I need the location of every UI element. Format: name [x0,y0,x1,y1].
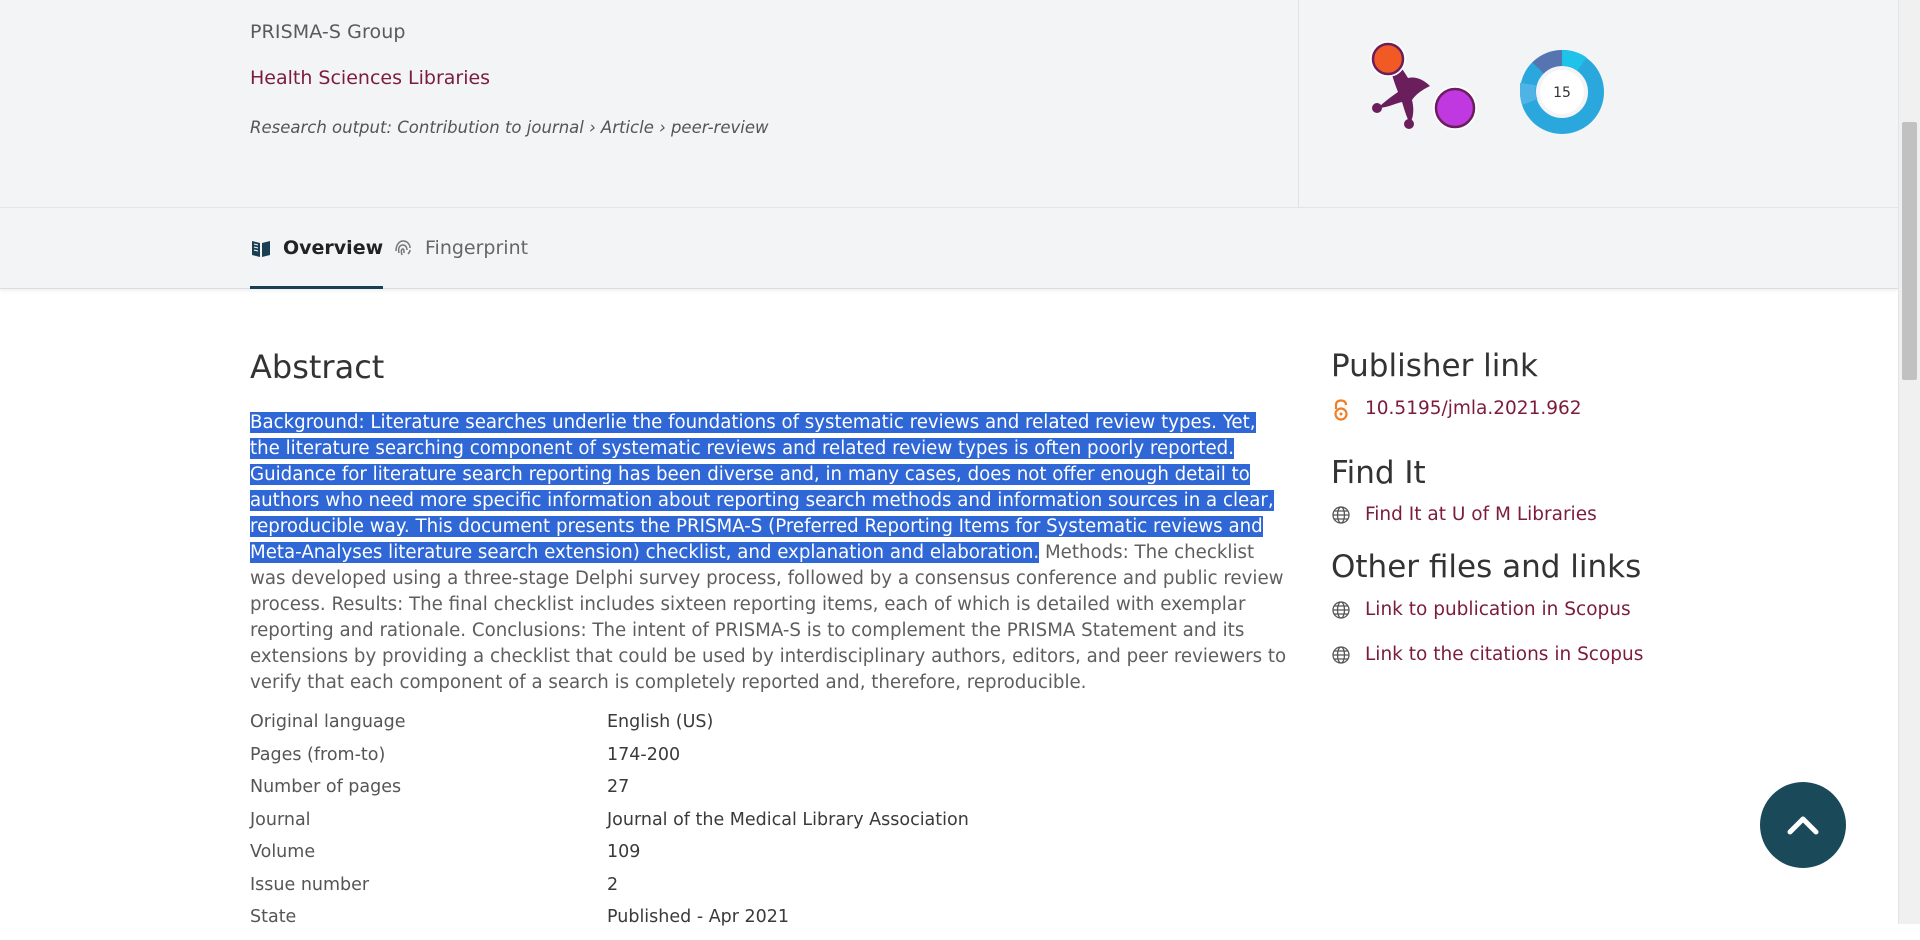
back-to-top-button[interactable] [1760,782,1846,868]
scopus-citations-link[interactable]: Link to the citations in Scopus [1331,644,1643,665]
altmetric-icon: 15 [1519,50,1604,134]
abstract-text: Background: Literature searches underlie… [250,410,1290,696]
chevron-up-icon [1787,816,1819,835]
find-it-label: Find It at U of M Libraries [1365,504,1597,525]
research-output-value: Contribution to journal › Article › peer… [397,118,769,137]
active-tab-indicator [250,286,384,289]
details-value: 2 [607,874,619,895]
details-label: Volume [250,842,316,862]
details-label: Number of pages [250,777,402,797]
scrollbar-thumb[interactable] [1902,122,1917,380]
globe-icon [1331,600,1351,620]
tabs-bar: Overview Fingerprint [0,208,1898,289]
details-label: Journal [250,809,311,830]
find-it-link[interactable]: Find It at U of M Libraries [1331,504,1597,525]
publisher-link-heading: Publisher link [1331,348,1538,384]
abstract-heading: Abstract [250,348,385,386]
publisher-doi-link[interactable]: 10.5195/jmla.2021.962 [1331,398,1582,421]
details-table: Original language English (US) Pages (fr… [250,712,1150,940]
abstract-rest-text: Methods: The checklist was developed usi… [250,542,1287,693]
details-row: Pages (from-to) 174-200 [250,745,1150,778]
organisation-link[interactable]: Health Sciences Libraries [250,67,490,89]
other-files-heading: Other files and links [1331,549,1642,585]
details-row: Journal Journal of the Medical Library A… [250,810,1150,843]
abstract-selected-text: Background: Literature searches underlie… [250,412,1274,563]
details-row: Issue number 2 [250,875,1150,908]
details-row: Number of pages 27 [250,777,1150,810]
details-value: Published - Apr 2021 [607,907,790,927]
details-label: State [250,907,297,927]
details-value: 27 [607,777,630,797]
scopus-publication-label: Link to publication in Scopus [1365,599,1631,620]
plumx-icon [1370,41,1477,130]
tab-overview[interactable]: Overview [250,208,384,289]
details-value: 109 [607,842,641,862]
details-label: Original language [250,712,406,732]
details-row: Volume 109 [250,842,1150,875]
open-access-icon [1331,398,1351,421]
find-it-heading: Find It [1331,455,1426,491]
tab-fingerprint-label: Fingerprint [425,237,529,259]
publisher-doi-label: 10.5195/jmla.2021.962 [1365,398,1582,419]
tab-overview-label: Overview [283,237,384,259]
research-output-type: Research output: Contribution to journal… [250,118,769,137]
details-value: English (US) [607,712,714,732]
book-icon [250,237,272,259]
globe-icon [1331,645,1351,665]
tab-fingerprint[interactable]: Fingerprint [392,208,528,288]
globe-icon [1331,505,1351,525]
altmetric-score: 15 [1553,85,1571,101]
scopus-citations-label: Link to the citations in Scopus [1365,644,1644,665]
details-label: Pages (from-to) [250,744,386,765]
fingerprint-icon [392,237,414,259]
details-label: Issue number [250,874,370,895]
research-output-label: Research output: [250,118,393,137]
details-row: Original language English (US) [250,712,1150,745]
plumx-metrics-badge[interactable] [1366,38,1480,132]
details-row: State Published - Apr 2021 [250,907,1150,940]
details-value: 174-200 [607,744,681,765]
details-value: Journal of the Medical Library Associati… [607,809,969,830]
header-divider [1298,0,1299,207]
altmetric-donut[interactable]: 15 [1519,50,1604,134]
group-name: PRISMA-S Group [250,21,406,43]
scopus-publication-link[interactable]: Link to publication in Scopus [1331,599,1631,620]
